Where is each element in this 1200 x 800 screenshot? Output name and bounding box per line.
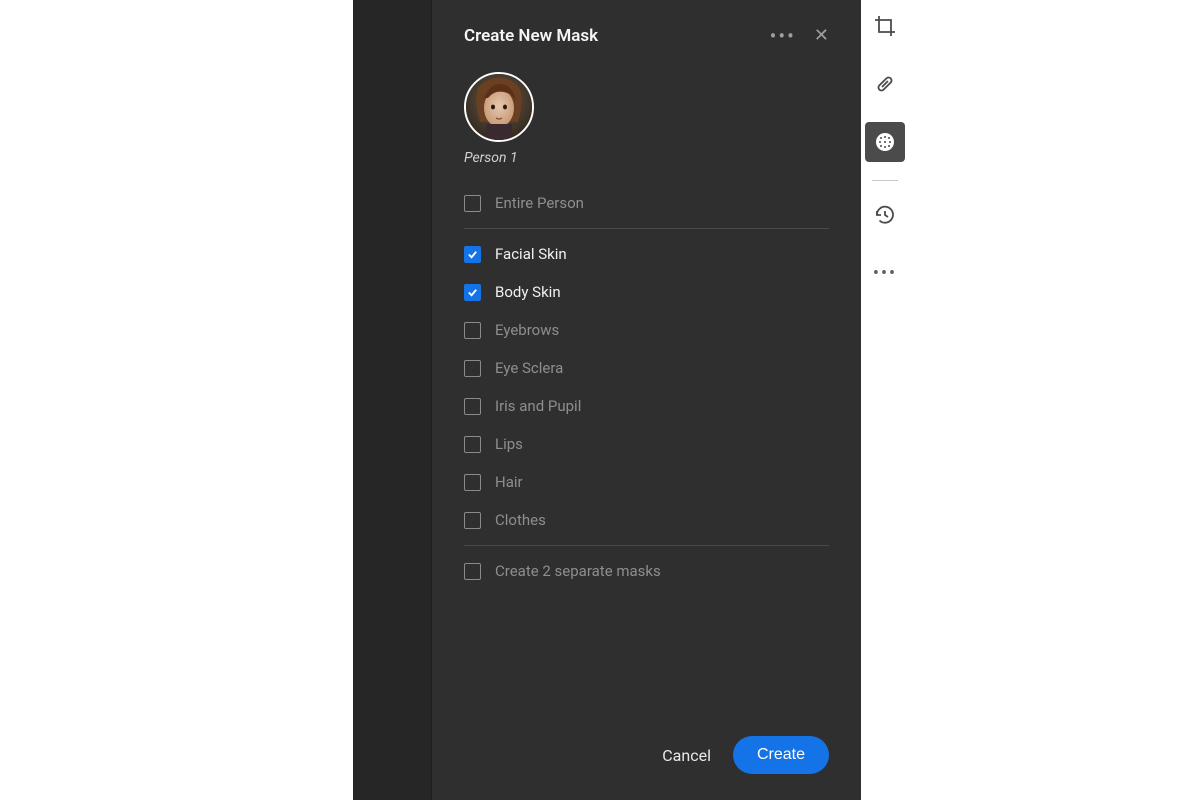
option-label: Hair <box>495 473 523 491</box>
option-label: Clothes <box>495 511 546 529</box>
option-hair[interactable]: Hair <box>464 463 829 501</box>
person-block: Person 1 <box>464 72 829 166</box>
create-mask-panel: Create New Mask ••• ✕ <box>431 0 861 800</box>
option-label: Lips <box>495 435 523 453</box>
panel-header: Create New Mask ••• ✕ <box>464 26 829 46</box>
close-icon[interactable]: ✕ <box>814 27 829 45</box>
checkbox[interactable] <box>464 512 481 529</box>
option-iris-and-pupil[interactable]: Iris and Pupil <box>464 387 829 425</box>
create-button[interactable]: Create <box>733 736 829 774</box>
checkbox[interactable] <box>464 436 481 453</box>
panel-footer: Cancel Create <box>464 736 829 774</box>
healing-icon[interactable] <box>865 64 905 104</box>
option-label: Iris and Pupil <box>495 397 581 415</box>
panel-title: Create New Mask <box>464 26 598 46</box>
avatar-image <box>466 74 532 140</box>
mask-options: Entire Person Facial Skin Body Skin Eyebro… <box>464 184 829 590</box>
toolbar-separator <box>872 180 898 181</box>
option-label: Facial Skin <box>495 245 567 263</box>
option-separate-masks[interactable]: Create 2 separate masks <box>464 552 829 590</box>
checkbox[interactable] <box>464 563 481 580</box>
person-label: Person 1 <box>464 150 829 166</box>
history-icon[interactable] <box>865 195 905 235</box>
checkbox[interactable] <box>464 246 481 263</box>
option-entire-person[interactable]: Entire Person <box>464 184 829 222</box>
option-label: Eyebrows <box>495 321 559 339</box>
cancel-button[interactable]: Cancel <box>662 746 711 765</box>
app-frame: Create New Mask ••• ✕ <box>353 0 861 800</box>
option-lips[interactable]: Lips <box>464 425 829 463</box>
option-label: Eye Sclera <box>495 359 563 377</box>
option-label: Create 2 separate masks <box>495 562 661 580</box>
panel-header-actions: ••• ✕ <box>770 26 829 46</box>
person-avatar[interactable] <box>464 72 534 142</box>
option-body-skin[interactable]: Body Skin <box>464 273 829 311</box>
divider <box>464 545 829 546</box>
option-facial-skin[interactable]: Facial Skin <box>464 235 829 273</box>
more-options-icon[interactable]: ••• <box>770 26 796 46</box>
more-icon[interactable]: ••• <box>865 253 905 293</box>
checkbox[interactable] <box>464 360 481 377</box>
checkbox[interactable] <box>464 322 481 339</box>
divider <box>464 228 829 229</box>
checkbox[interactable] <box>464 284 481 301</box>
right-toolbar: ••• <box>861 0 909 800</box>
canvas-area <box>353 0 431 800</box>
option-label: Body Skin <box>495 283 561 301</box>
checkbox[interactable] <box>464 474 481 491</box>
checkbox[interactable] <box>464 398 481 415</box>
option-label: Entire Person <box>495 194 584 212</box>
masking-icon[interactable] <box>865 122 905 162</box>
option-eyebrows[interactable]: Eyebrows <box>464 311 829 349</box>
option-clothes[interactable]: Clothes <box>464 501 829 539</box>
option-eye-sclera[interactable]: Eye Sclera <box>464 349 829 387</box>
checkbox[interactable] <box>464 195 481 212</box>
crop-icon[interactable] <box>865 6 905 46</box>
